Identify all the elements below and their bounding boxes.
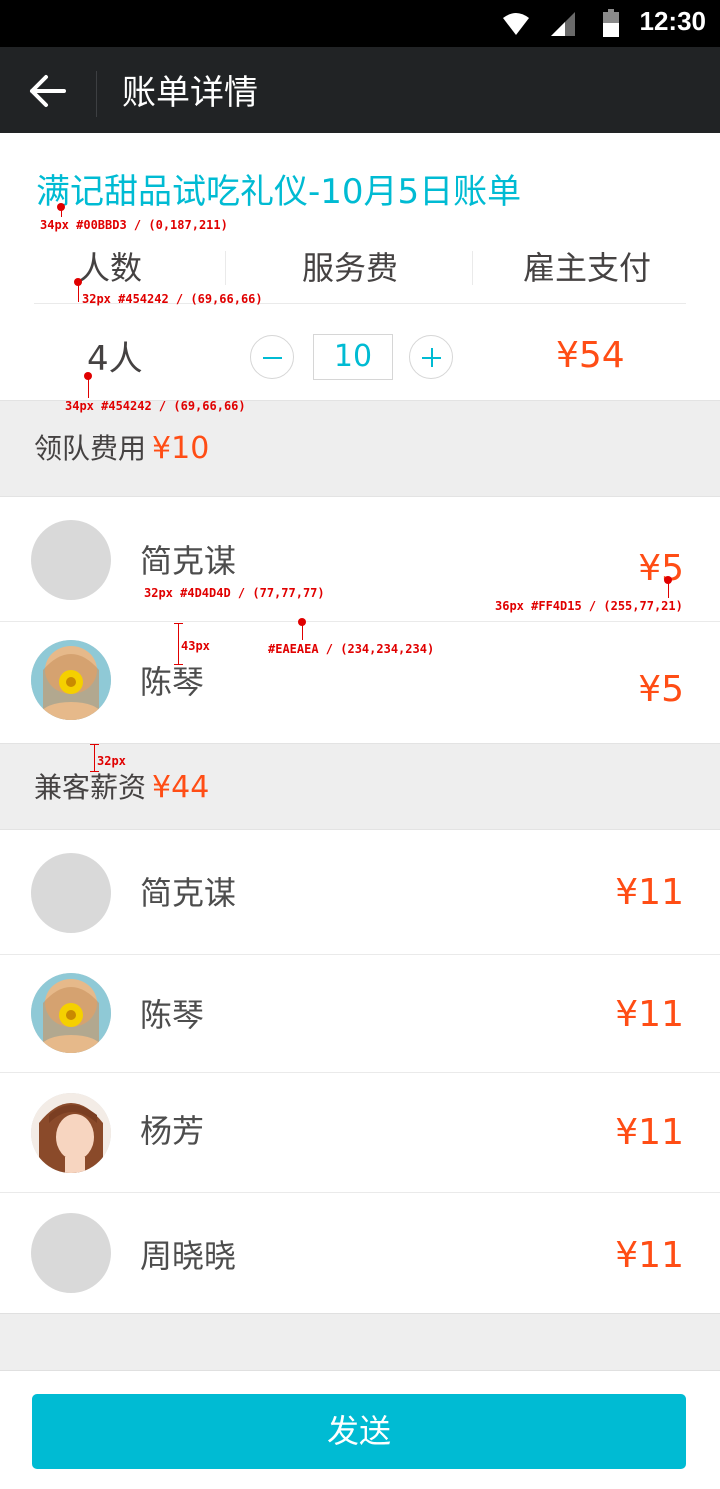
annotation-leader (668, 580, 669, 598)
column-header-people: 人数 (77, 249, 142, 287)
annotation-measure (178, 623, 179, 665)
footer-spacer (0, 1313, 720, 1371)
avatar-sunflower-photo (31, 973, 111, 1053)
avatar (31, 1093, 111, 1173)
member-amount: ¥11 (615, 1112, 684, 1153)
cell-signal-icon (551, 12, 575, 36)
annotation-row-gap: 43px (181, 639, 210, 653)
column-header-service-fee: 服务费 (301, 249, 398, 287)
annotation-leader (78, 282, 79, 302)
wifi-icon (503, 13, 529, 35)
list-item[interactable]: 陈琴 ¥11 (0, 955, 720, 1073)
column-header-employer-pay: 雇主支付 (522, 249, 651, 287)
app-bar: 账单详情 (0, 47, 720, 133)
avatar (31, 640, 111, 720)
annotation-measure (94, 744, 95, 772)
back-arrow-icon[interactable] (26, 71, 70, 111)
member-name: 杨芳 (140, 1112, 205, 1150)
battery-icon (603, 9, 619, 37)
annotation-name-spec: 32px #4D4D4D / (77,77,77) (144, 586, 325, 600)
list-item[interactable]: 简克谋 ¥11 (0, 830, 720, 955)
member-amount: ¥5 (638, 548, 684, 589)
section-amount: ¥10 (152, 431, 210, 466)
member-name: 陈琴 (140, 663, 205, 701)
annotation-tick (174, 664, 183, 665)
avatar-sunflower-photo (31, 640, 111, 720)
annotation-people-spec: 34px #454242 / (69,66,66) (65, 399, 246, 413)
page-title: 账单详情 (122, 73, 258, 113)
status-bar: 12:30 (0, 0, 720, 47)
app-bar-divider (96, 71, 97, 117)
avatar-girl-photo (31, 1093, 111, 1173)
avatar-placeholder (31, 1213, 111, 1293)
bill-title: 满记甜品试吃礼仪-10月5日账单 (36, 172, 522, 212)
section-label: 领队费用 ¥10 (34, 431, 210, 466)
column-separator (225, 251, 226, 285)
leader-fee-section-header: 领队费用 ¥10 (0, 400, 720, 497)
member-amount: ¥5 (638, 669, 684, 710)
annotation-leader (302, 622, 303, 640)
member-amount: ¥11 (615, 1235, 684, 1276)
annotation-section-gap: 32px (97, 754, 126, 768)
annotation-title-spec: 34px #00BBD3 / (0,187,211) (40, 218, 228, 232)
avatar-placeholder (31, 520, 111, 600)
member-name: 简克谋 (140, 874, 237, 912)
increase-fee-button[interactable] (409, 335, 453, 379)
member-amount: ¥11 (615, 994, 684, 1035)
annotation-tick (90, 771, 99, 772)
member-amount: ¥11 (615, 872, 684, 913)
decrease-fee-button[interactable] (250, 335, 294, 379)
member-name: 简克谋 (140, 542, 237, 580)
list-item[interactable]: 杨芳 ¥11 (0, 1073, 720, 1193)
section-amount: ¥44 (152, 770, 210, 805)
annotation-leader (61, 207, 62, 217)
list-item[interactable]: 周晓晓 ¥11 (0, 1193, 720, 1314)
avatar (31, 973, 111, 1053)
avatar-placeholder (31, 853, 111, 933)
annotation-amount-spec: 36px #FF4D15 / (255,77,21) (495, 599, 683, 613)
people-count: 4人 (87, 339, 143, 379)
section-label: 兼客薪资 ¥44 (34, 770, 210, 805)
column-separator (472, 251, 473, 285)
member-name: 陈琴 (140, 996, 205, 1034)
annotation-divider-spec: #EAEAEA / (234,234,234) (268, 642, 435, 656)
service-fee-value[interactable]: 10 (313, 334, 393, 380)
employer-pay-amount: ¥54 (556, 335, 625, 376)
annotation-column-spec: 32px #454242 / (69,66,66) (82, 292, 263, 306)
list-item[interactable]: 陈琴 ¥5 (0, 622, 720, 743)
annotation-leader (88, 376, 89, 398)
member-name: 周晓晓 (140, 1237, 237, 1275)
send-button[interactable]: 发送 (32, 1394, 686, 1469)
clock: 12:30 (639, 6, 707, 36)
